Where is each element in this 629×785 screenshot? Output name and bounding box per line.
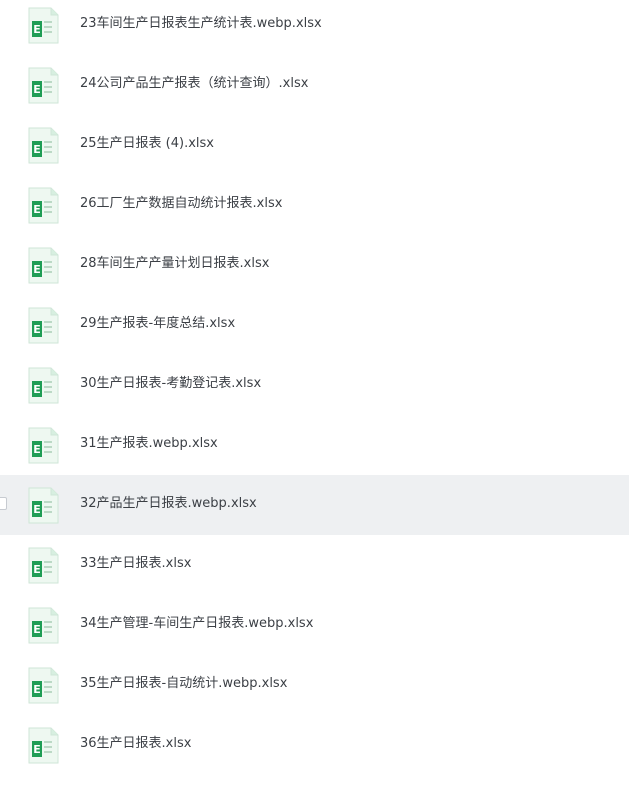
file-row[interactable]: E 24公司产品生产报表（统计查询）.xlsx xyxy=(0,55,629,115)
file-name[interactable]: 34生产管理-车间生产日报表.webp.xlsx xyxy=(80,615,313,633)
svg-text:E: E xyxy=(33,683,41,696)
file-name[interactable]: 35生产日报表-自动统计.webp.xlsx xyxy=(80,675,287,693)
file-name[interactable]: 23车间生产日报表生产统计表.webp.xlsx xyxy=(80,15,322,33)
file-row[interactable]: E 25生产日报表 (4).xlsx xyxy=(0,115,629,175)
svg-text:E: E xyxy=(33,23,41,36)
svg-text:E: E xyxy=(33,623,41,636)
excel-file-icon: E xyxy=(27,487,59,524)
file-row[interactable]: E 29生产报表-年度总结.xlsx xyxy=(0,295,629,355)
file-row[interactable]: E 26工厂生产数据自动统计报表.xlsx xyxy=(0,175,629,235)
file-name[interactable]: 33生产日报表.xlsx xyxy=(80,555,191,573)
file-name[interactable]: 24公司产品生产报表（统计查询）.xlsx xyxy=(80,75,308,93)
file-row[interactable]: E 30生产日报表-考勤登记表.xlsx xyxy=(0,355,629,415)
excel-file-icon: E xyxy=(27,307,59,344)
excel-file-icon: E xyxy=(27,67,59,104)
svg-text:E: E xyxy=(33,83,41,96)
file-name[interactable]: 36生产日报表.xlsx xyxy=(80,735,191,753)
file-row[interactable]: E 35生产日报表-自动统计.webp.xlsx xyxy=(0,655,629,715)
excel-file-icon: E xyxy=(27,247,59,284)
svg-text:E: E xyxy=(33,263,41,276)
svg-text:E: E xyxy=(33,323,41,336)
svg-text:E: E xyxy=(33,503,41,516)
excel-file-icon: E xyxy=(27,7,59,44)
svg-text:E: E xyxy=(33,563,41,576)
file-name[interactable]: 29生产报表-年度总结.xlsx xyxy=(80,315,235,333)
excel-file-icon: E xyxy=(27,547,59,584)
file-name[interactable]: 28车间生产产量计划日报表.xlsx xyxy=(80,255,269,273)
file-name[interactable]: 32产品生产日报表.webp.xlsx xyxy=(80,495,257,513)
file-name[interactable]: 30生产日报表-考勤登记表.xlsx xyxy=(80,375,261,393)
file-name[interactable]: 25生产日报表 (4).xlsx xyxy=(80,135,214,153)
excel-file-icon: E xyxy=(27,127,59,164)
excel-file-icon: E xyxy=(27,367,59,404)
file-list: E 23车间生产日报表生产统计表.webp.xlsx E 24公司产品生产报表（… xyxy=(0,0,629,775)
svg-text:E: E xyxy=(33,443,41,456)
file-row[interactable]: E 34生产管理-车间生产日报表.webp.xlsx xyxy=(0,595,629,655)
file-row[interactable]: E 28车间生产产量计划日报表.xlsx xyxy=(0,235,629,295)
file-row[interactable]: E 36生产日报表.xlsx xyxy=(0,715,629,775)
file-row[interactable]: E 31生产报表.webp.xlsx xyxy=(0,415,629,475)
file-name[interactable]: 26工厂生产数据自动统计报表.xlsx xyxy=(80,195,282,213)
excel-file-icon: E xyxy=(27,187,59,224)
excel-file-icon: E xyxy=(27,607,59,644)
svg-text:E: E xyxy=(33,143,41,156)
excel-file-icon: E xyxy=(27,427,59,464)
svg-text:E: E xyxy=(33,383,41,396)
row-checkbox[interactable] xyxy=(0,497,7,510)
excel-file-icon: E xyxy=(27,667,59,704)
file-row[interactable]: E 23车间生产日报表生产统计表.webp.xlsx xyxy=(0,0,629,55)
file-row[interactable]: E 33生产日报表.xlsx xyxy=(0,535,629,595)
excel-file-icon: E xyxy=(27,727,59,764)
file-name[interactable]: 31生产报表.webp.xlsx xyxy=(80,435,218,453)
file-row-hovered[interactable]: E 32产品生产日报表.webp.xlsx xyxy=(0,475,629,535)
svg-text:E: E xyxy=(33,743,41,756)
svg-text:E: E xyxy=(33,203,41,216)
